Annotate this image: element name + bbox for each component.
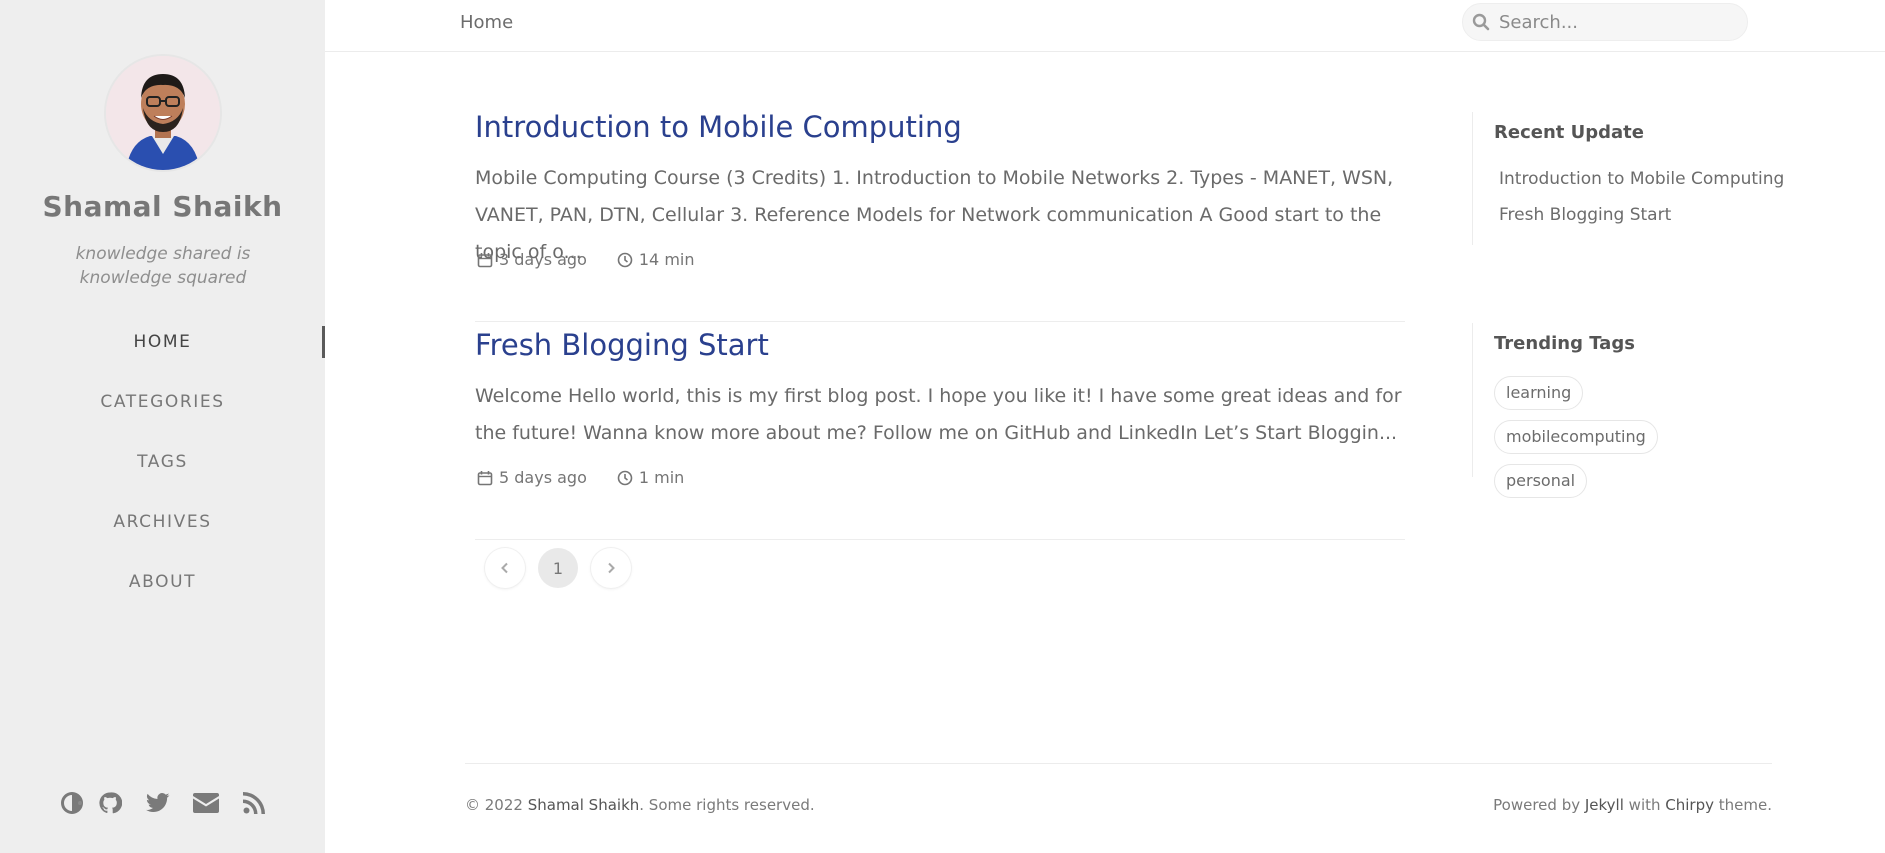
tag-mobilecomputing[interactable]: mobilecomputing [1494, 420, 1658, 454]
chevron-left-icon [501, 562, 508, 574]
post-date-text: 5 days ago [499, 468, 587, 487]
nav-item-archives[interactable]: ARCHIVES [0, 502, 325, 562]
previous-page-button[interactable] [485, 548, 525, 588]
calendar-icon [477, 470, 493, 485]
post-meta: 3 days ago 14 min [477, 250, 725, 269]
search-box[interactable] [1462, 3, 1748, 41]
owner-link[interactable]: Shamal Shaikh [528, 796, 640, 814]
github-icon[interactable] [86, 788, 134, 818]
trending-tags-heading: Trending Tags [1494, 333, 1635, 354]
rights-text: . Some rights reserved. [639, 796, 815, 814]
post-list: Introduction to Mobile Computing Mobile … [475, 104, 1405, 540]
footer-copyright: © 2022 Shamal Shaikh. Some rights reserv… [465, 796, 815, 814]
post-read-time: 14 min [617, 250, 695, 269]
post-date: 5 days ago [477, 468, 587, 487]
jekyll-link[interactable]: Jekyll [1585, 796, 1624, 814]
avatar[interactable] [104, 54, 222, 172]
post-title-link[interactable]: Introduction to Mobile Computing [475, 110, 962, 144]
recent-update-link[interactable]: Fresh Blogging Start [1499, 197, 1802, 233]
with-text: with [1623, 796, 1666, 814]
footer: © 2022 Shamal Shaikh. Some rights reserv… [465, 763, 1772, 843]
chirpy-link[interactable]: Chirpy [1665, 796, 1714, 814]
sidebar-nav: HOME CATEGORIES TAGS ARCHIVES ABOUT [0, 322, 325, 622]
post-meta: 5 days ago 1 min [477, 468, 714, 487]
nav-item-categories[interactable]: CATEGORIES [0, 382, 325, 442]
nav-item-about[interactable]: ABOUT [0, 562, 325, 622]
site-subtitle: knowledge shared is knowledge squared [75, 244, 251, 288]
post-read-time-text: 1 min [638, 468, 685, 487]
post-title-link[interactable]: Fresh Blogging Start [475, 328, 769, 362]
nav-item-home[interactable]: HOME [0, 322, 325, 382]
footer-powered-by: Powered by Jekyll with Chirpy theme. [1493, 796, 1772, 814]
breadcrumb: Home [460, 12, 514, 33]
chevron-right-icon [608, 562, 615, 574]
topbar: Home [325, 0, 1885, 52]
clock-icon [617, 252, 633, 267]
post-card: Fresh Blogging Start Welcome Hello world… [475, 322, 1405, 540]
recent-update-section: Recent Update Introduction to Mobile Com… [1472, 112, 1802, 245]
post-read-time: 1 min [617, 468, 684, 487]
recent-update-heading: Recent Update [1494, 122, 1644, 143]
page-number-button[interactable]: 1 [538, 548, 578, 588]
theme-text: theme. [1714, 796, 1772, 814]
avatar-photo [106, 56, 220, 170]
post-card: Introduction to Mobile Computing Mobile … [475, 104, 1405, 322]
post-date-text: 3 days ago [499, 250, 587, 269]
pagination: 1 [485, 548, 644, 588]
tag-personal[interactable]: personal [1494, 464, 1588, 498]
recent-update-link[interactable]: Introduction to Mobile Computing [1499, 161, 1802, 197]
search-input[interactable] [1499, 11, 1739, 33]
rss-icon[interactable] [230, 788, 278, 818]
email-icon[interactable] [182, 788, 230, 818]
search-icon [1463, 13, 1499, 31]
post-read-time-text: 14 min [638, 250, 695, 269]
tag-learning[interactable]: learning [1494, 376, 1584, 410]
post-excerpt: Welcome Hello world, this is my first bl… [475, 385, 1402, 444]
right-panel: Recent Update Introduction to Mobile Com… [1472, 112, 1802, 498]
post-date: 3 days ago [477, 250, 587, 269]
clock-icon [617, 470, 633, 485]
twitter-icon[interactable] [134, 788, 182, 818]
sidebar-bottom-links [0, 788, 325, 818]
site-title[interactable]: Shamal Shaikh [0, 190, 325, 223]
sidebar: Shamal Shaikh knowledge shared is knowle… [0, 0, 325, 853]
copyright-prefix: © 2022 [465, 796, 528, 814]
tag-list: learning mobilecomputing personal [1494, 376, 1754, 508]
nav-item-tags[interactable]: TAGS [0, 442, 325, 502]
trending-tags-section: Trending Tags learning mobilecomputing p… [1472, 323, 1802, 498]
powered-by-text: Powered by [1493, 796, 1585, 814]
next-page-button[interactable] [591, 548, 631, 588]
separator-dot [77, 801, 82, 805]
calendar-icon [477, 252, 493, 267]
